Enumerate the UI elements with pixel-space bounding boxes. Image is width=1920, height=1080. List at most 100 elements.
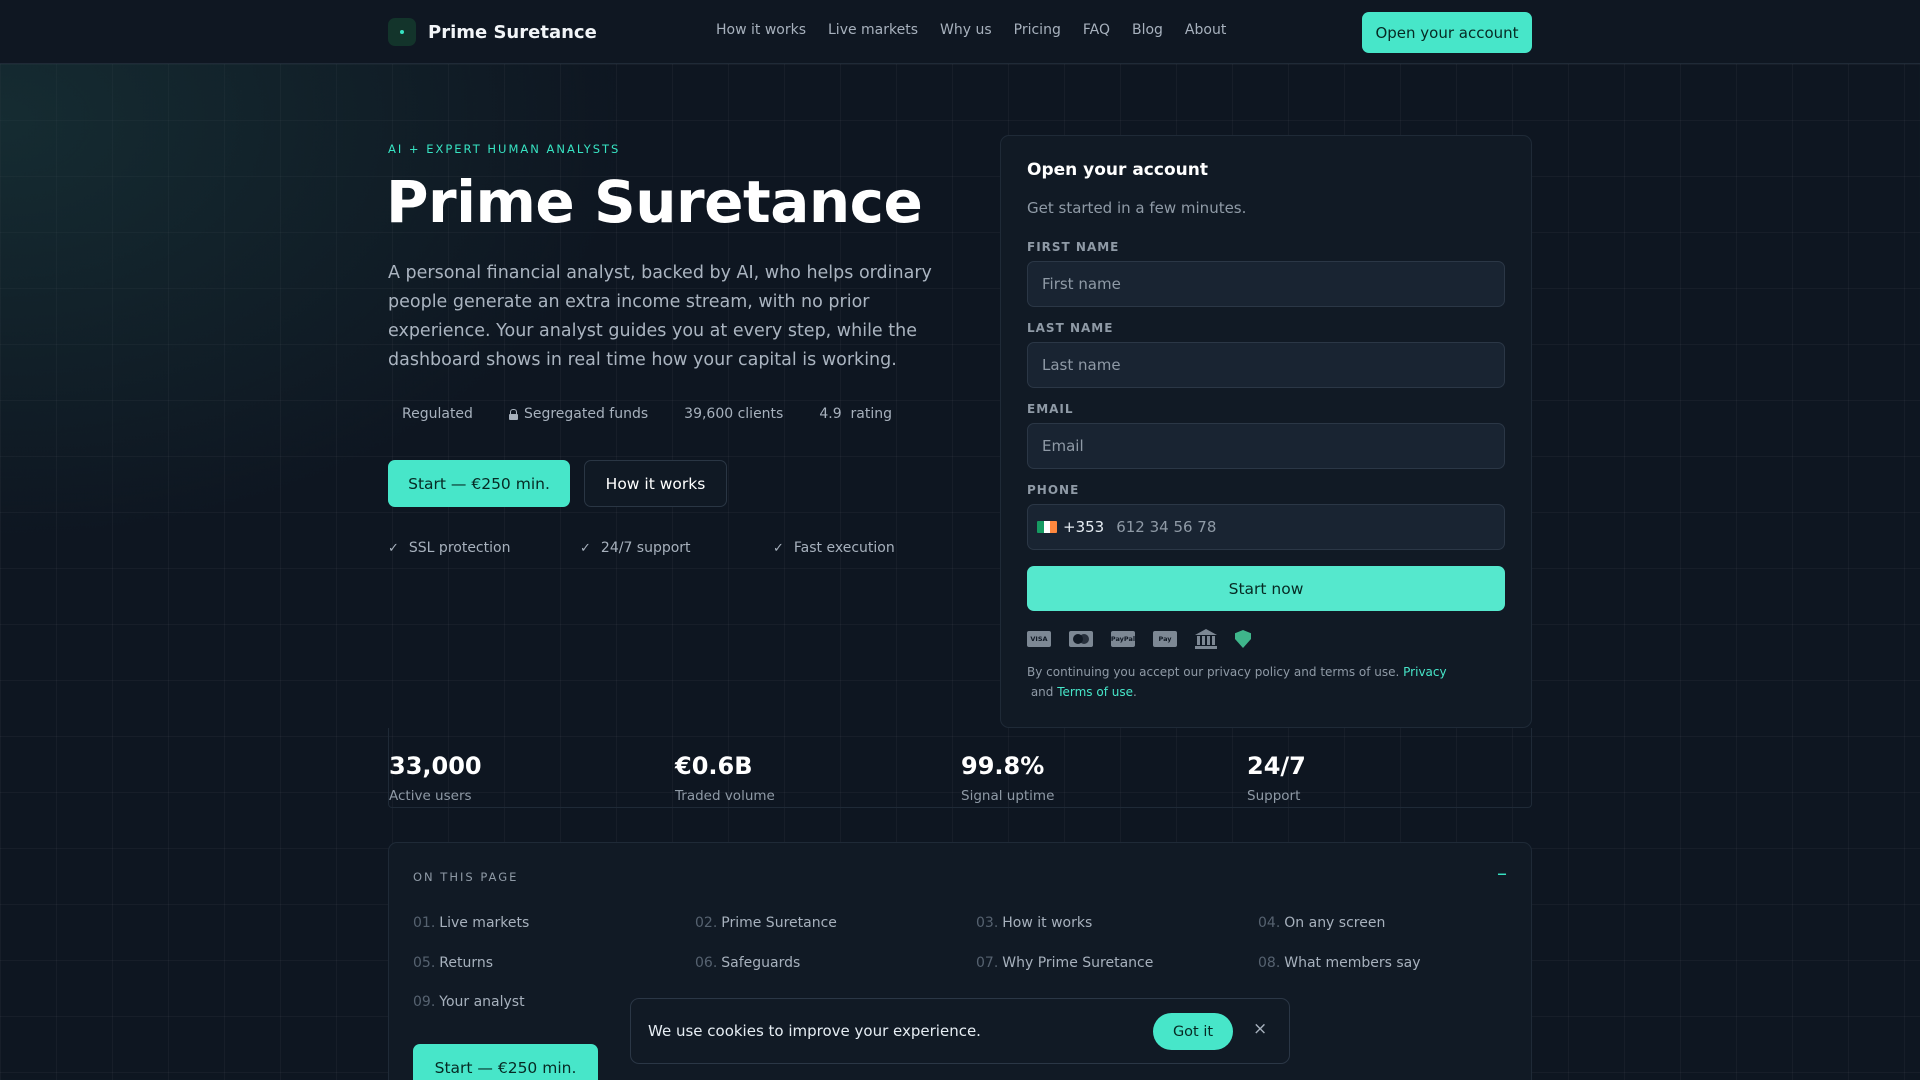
feature-label: 24/7 support [600,540,691,556]
first-name-field[interactable] [1027,261,1505,307]
bank-icon [1195,629,1217,649]
legal-and: and [1027,685,1058,699]
toc-item-number: 06. [695,955,718,971]
check-icon: ✓ [388,540,399,556]
nav-link-about[interactable]: About [1185,22,1226,38]
feature-support: ✓ 24/7 support [580,540,691,556]
stat-value: 99.8% [961,752,1045,780]
nav-links: How it works Live markets Why us Pricing… [716,22,1226,38]
trust-clients: 39,600 clients [684,406,783,422]
feature-label: Fast execution [793,540,895,556]
start-now-button[interactable]: Start now [1027,566,1505,611]
toc-start-button[interactable]: Start — €250 min. [413,1044,598,1080]
toc-item-label: Why Prime Suretance [1002,955,1154,971]
brand[interactable]: Prime Suretance [388,18,597,46]
hero-title: Prime Suretance [386,168,923,236]
toc-item-your-analyst[interactable]: 09. Your analyst [413,994,525,1010]
phone-label: PHONE [1027,483,1080,497]
trust-rating: 4.9 rating [819,406,892,422]
legal-notice: By continuing you accept our privacy pol… [1027,662,1509,702]
toc-title: ON THIS PAGE [413,870,519,884]
feature-execution: ✓ Fast execution [773,540,895,556]
last-name-field[interactable] [1027,342,1505,388]
stat-value: 33,000 [389,752,482,780]
open-account-button[interactable]: Open your account [1362,12,1532,53]
dial-code[interactable]: +353 [1063,518,1104,536]
toc-item-safeguards[interactable]: 06. Safeguards [695,955,800,971]
legal-text: By continuing you accept our privacy pol… [1027,665,1404,679]
toc-item-label: On any screen [1284,915,1386,931]
cookie-text: We use cookies to improve your experienc… [648,1022,981,1040]
nav-link-pricing[interactable]: Pricing [1014,22,1061,38]
lock-icon [508,408,518,420]
toc-item-label: Your analyst [439,994,525,1010]
email-field[interactable] [1027,423,1505,469]
nav-link-faq[interactable]: FAQ [1083,22,1110,38]
collapse-icon[interactable]: – [1497,861,1507,885]
nav-link-how-it-works[interactable]: How it works [716,22,806,38]
stat-label: Active users [389,788,472,804]
legal-end: . [1133,685,1137,699]
toc-item-label: Live markets [439,915,530,931]
close-icon[interactable]: × [1253,1019,1267,1039]
toc-item-label: Safeguards [721,955,801,971]
toc-item-on-any-screen[interactable]: 04. On any screen [1258,915,1385,931]
trust-rating-label: 4.9 rating [819,406,892,422]
how-it-works-button[interactable]: How it works [584,460,727,507]
toc-item-number: 04. [1258,915,1281,931]
stat-active-users: 33,000 Active users [389,752,482,804]
toc-item-number: 08. [1258,955,1281,971]
toc-item-how-it-works[interactable]: 03. How it works [976,915,1092,931]
check-icon: ✓ [773,540,784,556]
stat-support: 24/7 Support [1247,752,1306,804]
toc-item-label: Prime Suretance [721,915,837,931]
first-name-label: FIRST NAME [1027,240,1120,254]
nav-link-live-markets[interactable]: Live markets [828,22,918,38]
visa-icon: VISA [1027,631,1051,647]
feature-label: SSL protection [408,540,511,556]
toc-item-number: 05. [413,955,436,971]
privacy-link[interactable]: Privacy [1403,665,1446,679]
phone-field[interactable] [1116,518,1417,536]
toc-item-label: What members say [1284,955,1421,971]
hero-description: A personal financial analyst, backed by … [388,263,932,370]
nav-link-why-us[interactable]: Why us [940,22,992,38]
toc-item-why-prime-suretance[interactable]: 07. Why Prime Suretance [976,955,1153,971]
hero-eyebrow: AI + EXPERT HUMAN ANALYSTS [388,142,621,156]
toc-item-what-members-say[interactable]: 08. What members say [1258,955,1421,971]
ireland-flag-icon[interactable] [1037,521,1057,533]
stat-signal-uptime: 99.8% Signal uptime [961,752,1054,804]
toc-item-prime-suretance[interactable]: 02. Prime Suretance [695,915,837,931]
nav-link-blog[interactable]: Blog [1132,22,1163,38]
stats-strip: 33,000 Active users €0.6B Traded volume … [388,728,1532,808]
form-title: Open your account [1027,160,1208,180]
stat-traded-volume: €0.6B Traded volume [675,752,775,804]
last-name-label: LAST NAME [1027,321,1114,335]
paypal-icon: PayPal [1111,631,1135,647]
toc-item-returns[interactable]: 05. Returns [413,955,493,971]
trust-clients-label: 39,600 clients [684,406,784,422]
brand-name: Prime Suretance [428,21,597,43]
top-navigation: Prime Suretance How it works Live market… [0,0,1920,64]
terms-link[interactable]: Terms of use [1057,685,1133,699]
trust-regulated-label: Regulated [402,406,473,422]
trust-segregated-funds: Segregated funds [508,406,649,422]
stat-label: Signal uptime [961,788,1055,804]
phone-field-group: +353 [1027,504,1505,550]
stat-label: Traded volume [675,788,775,804]
toc-item-number: 02. [695,915,718,931]
stat-label: Support [1247,788,1301,804]
check-icon: ✓ [580,540,591,556]
stat-value: €0.6B [675,752,753,780]
toc-item-live-markets[interactable]: 01. Live markets [413,915,529,931]
mastercard-icon [1069,631,1093,647]
trust-badges: Regulated Segregated funds 39,600 client… [402,406,928,422]
start-button[interactable]: Start — €250 min. [388,460,570,507]
trust-segregated-label: Segregated funds [523,406,649,422]
feature-ssl: ✓ SSL protection [388,540,510,556]
toc-item-number: 09. [413,994,436,1010]
cookie-accept-button[interactable]: Got it [1153,1013,1233,1050]
toc-item-number: 07. [976,955,999,971]
toc-item-number: 03. [976,915,999,931]
shield-icon [1235,630,1251,648]
